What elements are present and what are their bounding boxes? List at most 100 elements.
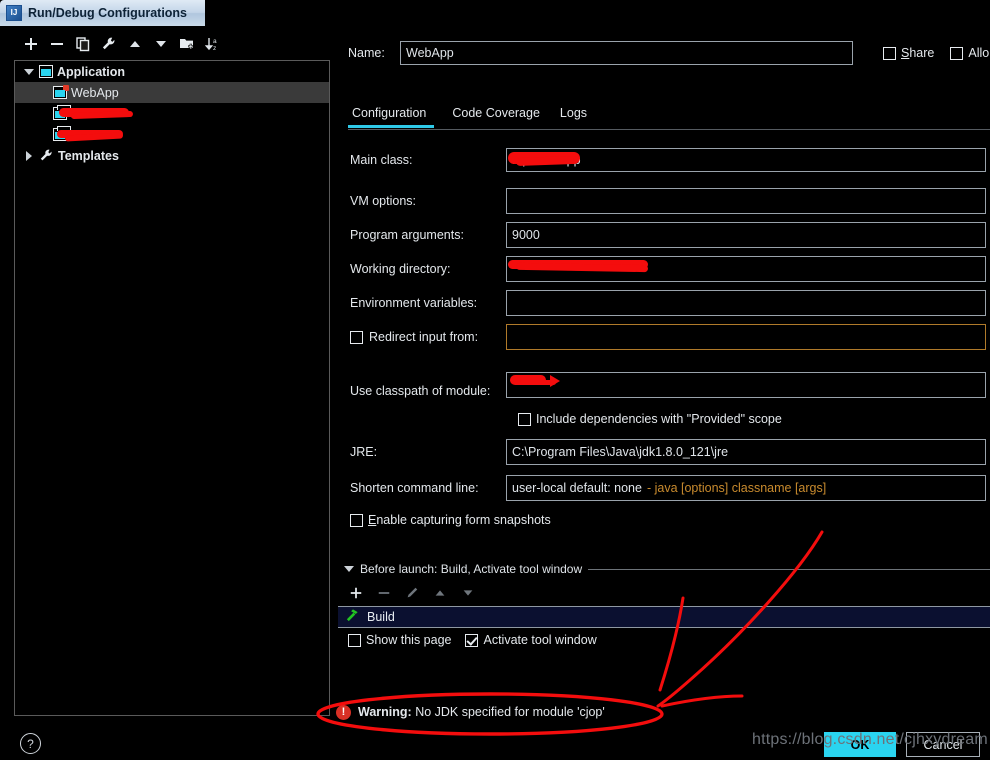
configuration-form: Main class: VM options: Program argument…	[338, 136, 990, 534]
chevron-down-icon[interactable]	[344, 566, 354, 572]
before-launch-header[interactable]: Before launch: Build, Activate tool wind…	[344, 562, 990, 576]
shorten-command-line-row: Shorten command line: user-local default…	[338, 470, 990, 506]
svg-text:a: a	[213, 38, 217, 45]
tree-node-redacted-1[interactable]	[15, 103, 329, 124]
allow-parallel-run-checkbox-box[interactable]	[950, 46, 964, 60]
shorten-command-line-select[interactable]: user-local default: none - java [options…	[506, 475, 986, 501]
tab-code-coverage[interactable]: Code Coverage	[448, 106, 556, 128]
shorten-command-line-hint: - java [options] classname [args]	[646, 481, 827, 495]
watermark-text: https://blog.csdn.net/cjhxydream	[752, 731, 988, 748]
working-directory-row: Working directory:	[338, 252, 990, 286]
tree-node-label: Templates	[58, 148, 119, 163]
warning-text: Warning: No JDK specified for module 'cj…	[358, 705, 605, 719]
before-launch-task-row[interactable]: Build	[338, 606, 990, 628]
tree-node-redacted-2[interactable]	[15, 124, 329, 145]
include-provided-checkbox[interactable]: Include dependencies with "Provided" sco…	[518, 412, 782, 426]
show-this-page-checkbox[interactable]: Show this page	[348, 633, 451, 647]
main-class-row: Main class:	[338, 136, 990, 184]
enable-snapshots-checkbox[interactable]: Enable capturing form snapshots	[350, 513, 551, 527]
tab-logs[interactable]: Logs	[556, 106, 603, 128]
task-move-up-button[interactable]	[428, 583, 452, 603]
redirect-input-field[interactable]	[506, 324, 986, 350]
tabs-divider	[348, 129, 990, 130]
jre-row: JRE:	[338, 434, 990, 470]
run-marker-icon	[63, 85, 69, 91]
validation-warning: ! Warning: No JDK specified for module '…	[336, 700, 736, 724]
svg-text:z: z	[213, 45, 216, 52]
configurations-tree[interactable]: Application WebApp Templates	[14, 60, 330, 716]
activate-tool-window-checkbox-box[interactable]	[465, 633, 479, 647]
redirect-input-checkbox-box[interactable]	[350, 330, 363, 344]
chevron-right-icon[interactable]	[23, 150, 35, 162]
new-folder-button[interactable]	[174, 31, 200, 57]
enable-snapshots-row: Enable capturing form snapshots	[338, 506, 990, 534]
remove-task-button[interactable]	[372, 583, 396, 603]
redirect-input-checkbox[interactable]: Redirect input from:	[338, 330, 506, 344]
before-launch-options: Show this page Activate tool window	[348, 633, 597, 647]
main-class-label: Main class:	[350, 153, 413, 167]
warning-message: No JDK specified for module 'cjop'	[415, 705, 605, 719]
task-move-down-button[interactable]	[456, 583, 480, 603]
edit-task-pencil-icon[interactable]	[400, 583, 424, 603]
tree-node-webapp[interactable]: WebApp	[15, 82, 329, 103]
edit-templates-wrench-icon[interactable]	[96, 31, 122, 57]
include-provided-row: Include dependencies with "Provided" sco…	[338, 404, 990, 434]
warning-icon: !	[336, 704, 351, 720]
task-label: Build	[367, 610, 395, 624]
name-input[interactable]	[400, 41, 853, 65]
name-label: Name:	[348, 46, 385, 60]
redaction-arrow	[550, 375, 560, 387]
tree-node-label: WebApp	[71, 85, 119, 100]
remove-configuration-button[interactable]	[44, 31, 70, 57]
share-checkbox-box[interactable]	[883, 46, 896, 60]
warning-prefix: Warning:	[358, 705, 412, 719]
configuration-tabs[interactable]: Configuration Code Coverage Logs	[348, 106, 603, 128]
configurations-toolbar: a z	[12, 30, 330, 58]
working-directory-label: Working directory:	[350, 262, 451, 276]
run-config-icon	[53, 85, 69, 99]
copy-configuration-button[interactable]	[70, 31, 96, 57]
intellij-idea-icon: IJ	[6, 5, 22, 21]
add-configuration-button[interactable]	[18, 31, 44, 57]
move-up-button[interactable]	[122, 31, 148, 57]
redaction-mark	[70, 110, 134, 120]
before-launch-title: Before launch: Build, Activate tool wind…	[360, 562, 583, 576]
move-down-button[interactable]	[148, 31, 174, 57]
show-this-page-checkbox-box[interactable]	[348, 633, 361, 647]
dialog-body: a z Application WebApp Templates Name: W…	[0, 26, 990, 726]
chevron-down-icon[interactable]	[23, 66, 35, 78]
run-debug-configurations-dialog: IJ Run/Debug Configurations a z Applicat…	[0, 0, 990, 760]
tree-node-templates[interactable]: Templates	[15, 145, 329, 166]
jre-input[interactable]	[506, 439, 986, 465]
allow-parallel-run-checkbox[interactable]: Allo	[950, 46, 989, 60]
sort-configurations-button[interactable]: a z	[200, 31, 226, 57]
enable-snapshots-checkbox-box[interactable]	[350, 513, 363, 527]
shorten-command-line-value: user-local default: none	[512, 481, 642, 495]
share-label: Share	[901, 46, 935, 60]
use-classpath-label: Use classpath of module:	[350, 384, 491, 398]
help-button[interactable]: ?	[20, 733, 41, 754]
name-row: Name: Share Allo	[348, 40, 990, 66]
include-provided-label: Include dependencies with "Provided" sco…	[536, 412, 782, 426]
include-provided-checkbox-box[interactable]	[518, 412, 531, 426]
activate-tool-window-checkbox[interactable]: Activate tool window	[465, 633, 597, 647]
tab-configuration[interactable]: Configuration	[348, 106, 448, 128]
tree-node-application[interactable]: Application	[15, 61, 329, 82]
application-icon	[39, 65, 53, 78]
enable-snapshots-label: Enable capturing form snapshots	[368, 513, 551, 527]
build-hammer-icon	[345, 607, 360, 627]
add-task-button[interactable]	[344, 583, 368, 603]
share-checkbox[interactable]: Share	[883, 46, 934, 60]
program-arguments-row: Program arguments:	[338, 218, 990, 252]
jre-label: JRE:	[350, 445, 378, 459]
vm-options-row: VM options:	[338, 184, 990, 218]
before-launch-divider	[588, 568, 990, 570]
environment-variables-input[interactable]	[506, 290, 986, 316]
vm-options-input[interactable]	[506, 188, 986, 214]
use-classpath-input[interactable]	[506, 372, 986, 398]
configurations-left-panel: a z Application WebApp Templates	[12, 30, 330, 720]
show-this-page-label: Show this page	[366, 633, 452, 647]
program-arguments-input[interactable]	[506, 222, 986, 248]
tab-label: Code Coverage	[452, 106, 540, 120]
dialog-titlebar[interactable]: IJ Run/Debug Configurations	[0, 0, 205, 26]
